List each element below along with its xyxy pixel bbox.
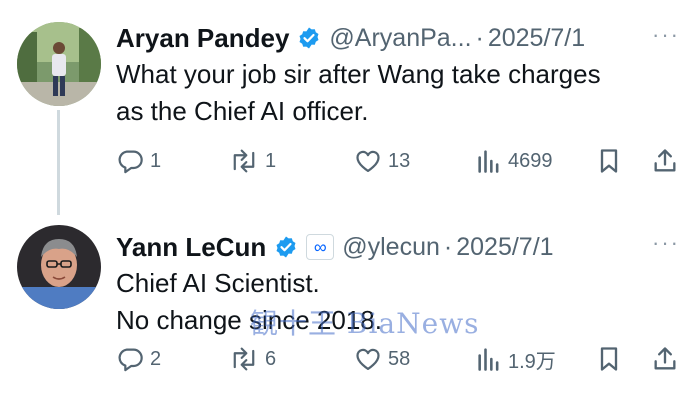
author-name[interactable]: Aryan Pandey [116,23,289,54]
views-button[interactable]: 1.9万 [476,341,556,377]
more-options-icon[interactable]: ··· [652,230,680,256]
tweet-date[interactable]: 2025/7/1 [456,233,553,262]
tweet-aryan-pandey[interactable]: Aryan Pandey @AryanPa... · 2025/7/1 ··· … [0,0,700,210]
like-icon [356,150,380,173]
author-handle[interactable]: @AryanPa... [329,24,471,53]
separator-dot: · [443,232,453,261]
views-icon [478,348,499,371]
tweet-text-line: as the Chief AI officer. [116,96,369,126]
tweet-header: Aryan Pandey @AryanPa... · 2025/7/1 [116,18,585,58]
tweet-actions: 2 6 58 1.9万 [116,341,686,377]
author-handle[interactable]: @ylecun [342,233,440,262]
tweet-text-line: Chief AI Scientist. [116,268,320,298]
tweet-thread: Aryan Pandey @AryanPa... · 2025/7/1 ··· … [0,0,700,400]
verified-badge-icon [297,26,321,50]
reply-icon [118,348,143,372]
retweet-count: 1 [265,149,277,172]
reply-button[interactable]: 2 [116,341,161,377]
tweet-date[interactable]: 2025/7/1 [488,24,585,53]
bookmark-icon [600,347,618,371]
reply-count: 2 [150,347,162,370]
separator-dot: · [475,23,484,52]
like-icon [356,348,380,371]
bookmark-button[interactable] [596,143,622,179]
retweet-button[interactable]: 1 [229,143,276,179]
views-icon [478,150,499,173]
retweet-button[interactable]: 6 [229,341,276,377]
retweet-icon [233,149,255,173]
view-count: 1.9万 [508,350,556,373]
share-button[interactable] [651,341,679,377]
author-name[interactable]: Yann LeCun [116,232,266,263]
tweet-text: What your job sir after Wang take charge… [116,56,676,130]
tweet-header: Yann LeCun ∞ @ylecun · 2025/7/1 [116,227,554,267]
reply-button[interactable]: 1 [116,143,161,179]
tweet-actions: 1 1 13 4699 [116,143,686,179]
retweet-icon [233,347,255,371]
view-count: 4699 [508,149,553,172]
like-button[interactable]: 58 [354,341,410,377]
avatar-yann-image [17,225,101,309]
more-options-icon[interactable]: ··· [652,22,680,48]
like-count: 58 [388,347,411,370]
retweet-count: 6 [265,347,277,370]
verified-badge-icon [274,235,298,259]
avatar[interactable] [17,225,101,309]
reply-icon [118,150,143,174]
share-icon [654,347,676,370]
tweet-text-line: What your job sir after Wang take charge… [116,59,601,89]
share-button[interactable] [651,143,679,179]
avatar[interactable] [17,22,101,106]
reply-count: 1 [150,149,162,172]
like-button[interactable]: 13 [354,143,410,179]
views-button[interactable]: 4699 [476,143,553,179]
bookmark-icon [600,149,618,173]
watermark: 観十王 BiaNews [250,307,480,340]
bookmark-button[interactable] [596,341,622,377]
avatar-aryan-image [17,22,101,106]
affiliation-badge-icon[interactable]: ∞ [306,234,335,260]
share-icon [654,149,676,172]
like-count: 13 [388,149,411,172]
